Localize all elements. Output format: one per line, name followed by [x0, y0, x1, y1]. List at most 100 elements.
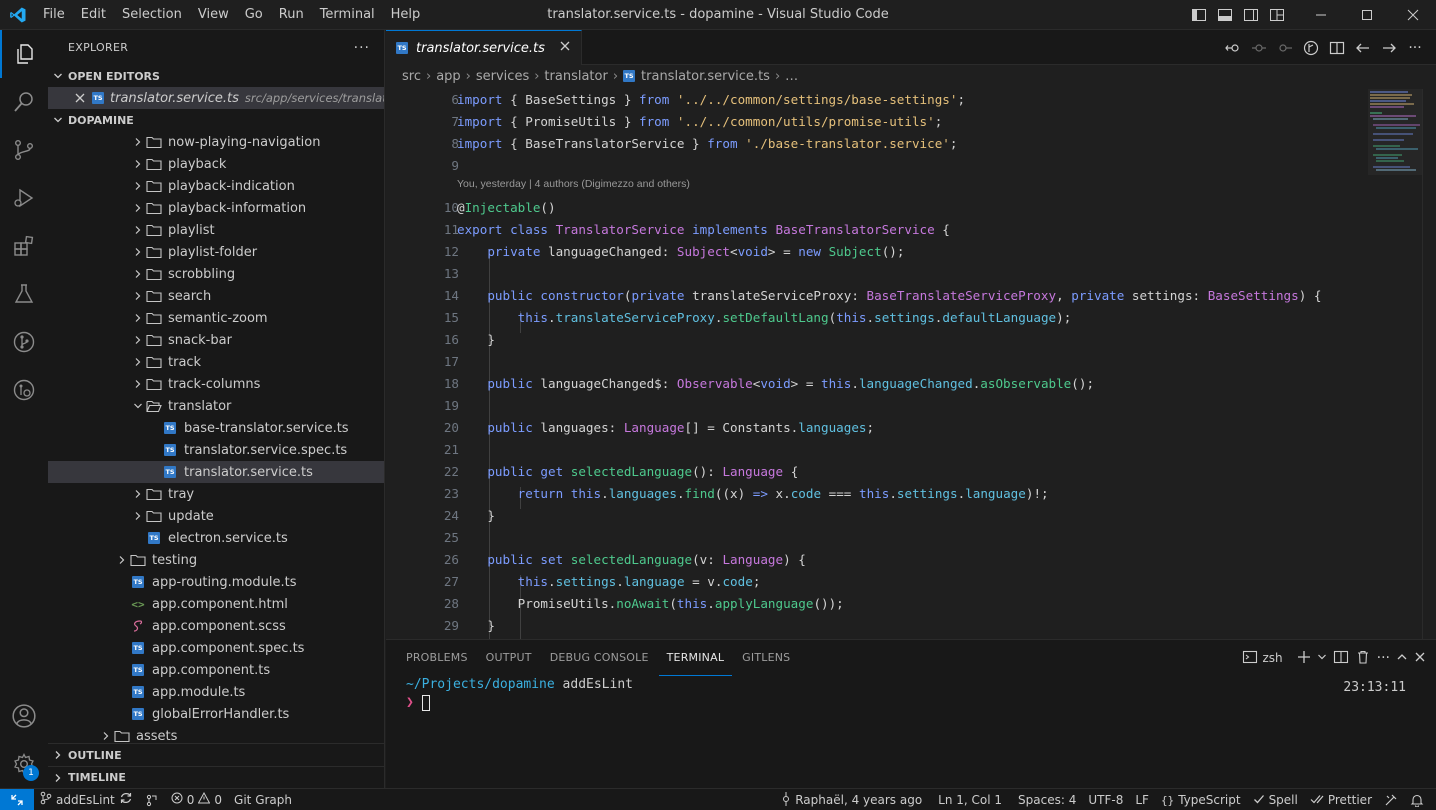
- open-editors-section[interactable]: OPEN EDITORS: [48, 65, 384, 87]
- menu-view[interactable]: View: [190, 0, 237, 30]
- cursor-position[interactable]: Ln 1, Col 1: [932, 789, 1008, 810]
- language-mode[interactable]: {} TypeScript: [1155, 789, 1247, 810]
- testing-flask-icon[interactable]: [0, 270, 48, 318]
- tree-folder[interactable]: playback: [48, 153, 384, 175]
- remote-indicator-icon[interactable]: [0, 788, 34, 810]
- tree-folder[interactable]: translator: [48, 395, 384, 417]
- tree-folder[interactable]: track-columns: [48, 373, 384, 395]
- close-editor-icon[interactable]: [74, 90, 86, 106]
- explorer-icon[interactable]: [0, 30, 48, 78]
- extensions-icon[interactable]: [0, 222, 48, 270]
- tree-folder[interactable]: playlist-folder: [48, 241, 384, 263]
- trash-icon[interactable]: [1355, 649, 1371, 668]
- tab-debug-console[interactable]: DEBUG CONSOLE: [542, 640, 657, 676]
- git-graph-status[interactable]: Git Graph: [228, 789, 298, 810]
- tree-file[interactable]: TS app.component.ts: [48, 659, 384, 681]
- codelens-blame[interactable]: You, yesterday | 4 authors (Digimezzo an…: [386, 177, 1436, 197]
- tab-output[interactable]: OUTPUT: [478, 640, 540, 676]
- gitlens-blame-status[interactable]: Raphaël, 4 years ago: [775, 789, 928, 810]
- menu-go[interactable]: Go: [237, 0, 271, 30]
- tree-folder[interactable]: now-playing-navigation: [48, 131, 384, 153]
- menu-run[interactable]: Run: [271, 0, 312, 30]
- go-forward-icon[interactable]: [1378, 37, 1400, 59]
- tree-file[interactable]: TS translator.service.spec.ts: [48, 439, 384, 461]
- tree-file[interactable]: <> app.component.html: [48, 593, 384, 615]
- minimize-icon[interactable]: [1298, 0, 1344, 30]
- menu-terminal[interactable]: Terminal: [312, 0, 383, 30]
- menu-file[interactable]: File: [35, 0, 73, 30]
- maximize-icon[interactable]: [1344, 0, 1390, 30]
- git-graph-icon[interactable]: [0, 318, 48, 366]
- tree-folder[interactable]: semantic-zoom: [48, 307, 384, 329]
- eol-status[interactable]: LF: [1129, 789, 1155, 810]
- close-window-icon[interactable]: [1390, 0, 1436, 30]
- go-back-icon[interactable]: [1352, 37, 1374, 59]
- tree-folder[interactable]: track: [48, 351, 384, 373]
- more-actions-icon[interactable]: ···: [1404, 37, 1426, 59]
- terminal-shell-selector[interactable]: zsh: [1242, 649, 1283, 668]
- tree-file[interactable]: TS app-routing.module.ts: [48, 571, 384, 593]
- indentation-status[interactable]: Spaces: 4: [1012, 789, 1082, 810]
- tree-folder[interactable]: update: [48, 505, 384, 527]
- previous-change-icon[interactable]: [1248, 37, 1270, 59]
- tab-terminal[interactable]: TERMINAL: [659, 640, 733, 676]
- timeline-section[interactable]: TIMELINE: [48, 766, 384, 788]
- tree-folder[interactable]: playback-information: [48, 197, 384, 219]
- terminal-output[interactable]: ~/Projects/dopamine addEsLint ❯: [386, 676, 1436, 712]
- split-editor-icon[interactable]: [1326, 37, 1348, 59]
- minimap[interactable]: [1368, 89, 1422, 639]
- tab-gitlens[interactable]: GITLENS: [734, 640, 798, 676]
- close-tab-icon[interactable]: [559, 40, 571, 56]
- customize-layout-icon[interactable]: [1264, 0, 1290, 30]
- gitlens-icon[interactable]: [0, 366, 48, 414]
- editor-scrollbar[interactable]: [1422, 89, 1436, 639]
- breadcrumb-file[interactable]: translator.service.ts: [641, 69, 770, 84]
- more-actions-icon[interactable]: ···: [1377, 650, 1390, 666]
- new-terminal-icon[interactable]: [1297, 650, 1311, 667]
- breadcrumb-translator[interactable]: translator: [544, 69, 607, 84]
- outline-section[interactable]: OUTLINE: [48, 744, 384, 766]
- breadcrumb-app[interactable]: app: [436, 69, 460, 84]
- breadcrumb-src[interactable]: src: [402, 69, 421, 84]
- next-change-icon[interactable]: [1274, 37, 1296, 59]
- menu-edit[interactable]: Edit: [73, 0, 114, 30]
- explorer-more-actions-icon[interactable]: ···: [354, 40, 370, 56]
- run-debug-icon[interactable]: [0, 174, 48, 222]
- publish-branch-icon[interactable]: [139, 789, 165, 810]
- problems-status[interactable]: 0 0: [165, 789, 228, 810]
- tree-file[interactable]: app.component.scss: [48, 615, 384, 637]
- toggle-panel-icon[interactable]: [1212, 0, 1238, 30]
- spell-status[interactable]: Spell: [1247, 789, 1304, 810]
- branch-status[interactable]: addEsLint: [34, 789, 139, 810]
- tree-folder[interactable]: playback-indication: [48, 175, 384, 197]
- tree-file[interactable]: TS translator.service.ts: [48, 461, 384, 483]
- split-terminal-icon[interactable]: [1333, 649, 1349, 668]
- menu-selection[interactable]: Selection: [114, 0, 190, 30]
- search-icon[interactable]: [0, 78, 48, 126]
- feedback-icon[interactable]: [1378, 789, 1404, 810]
- tree-folder[interactable]: testing: [48, 549, 384, 571]
- tab-problems[interactable]: PROBLEMS: [398, 640, 476, 676]
- close-panel-icon[interactable]: [1414, 651, 1426, 666]
- open-editor-item[interactable]: TS translator.service.ts src/app/service…: [48, 87, 384, 109]
- breadcrumb-symbol[interactable]: …: [785, 69, 798, 84]
- breadcrumb-services[interactable]: services: [476, 69, 529, 84]
- tree-file[interactable]: TS app.module.ts: [48, 681, 384, 703]
- tree-folder[interactable]: playlist: [48, 219, 384, 241]
- tree-file[interactable]: TS globalErrorHandler.ts: [48, 703, 384, 725]
- notifications-bell-icon[interactable]: [1404, 789, 1430, 810]
- tab-translator-service[interactable]: TS translator.service.ts: [386, 30, 582, 65]
- open-changes-icon[interactable]: [1222, 37, 1244, 59]
- tree-file[interactable]: TS app.component.spec.ts: [48, 637, 384, 659]
- tree-file[interactable]: TS electron.service.ts: [48, 527, 384, 549]
- chevron-down-icon[interactable]: [1317, 651, 1327, 665]
- tree-folder[interactable]: tray: [48, 483, 384, 505]
- maximize-panel-icon[interactable]: [1396, 651, 1408, 666]
- code-editor[interactable]: 6 import { BaseSettings } from '../../com…: [386, 89, 1436, 639]
- menu-help[interactable]: Help: [383, 0, 429, 30]
- toggle-primary-sidebar-icon[interactable]: [1186, 0, 1212, 30]
- source-control-icon[interactable]: [0, 126, 48, 174]
- tree-file[interactable]: TS base-translator.service.ts: [48, 417, 384, 439]
- tree-folder[interactable]: snack-bar: [48, 329, 384, 351]
- tree-folder[interactable]: scrobbling: [48, 263, 384, 285]
